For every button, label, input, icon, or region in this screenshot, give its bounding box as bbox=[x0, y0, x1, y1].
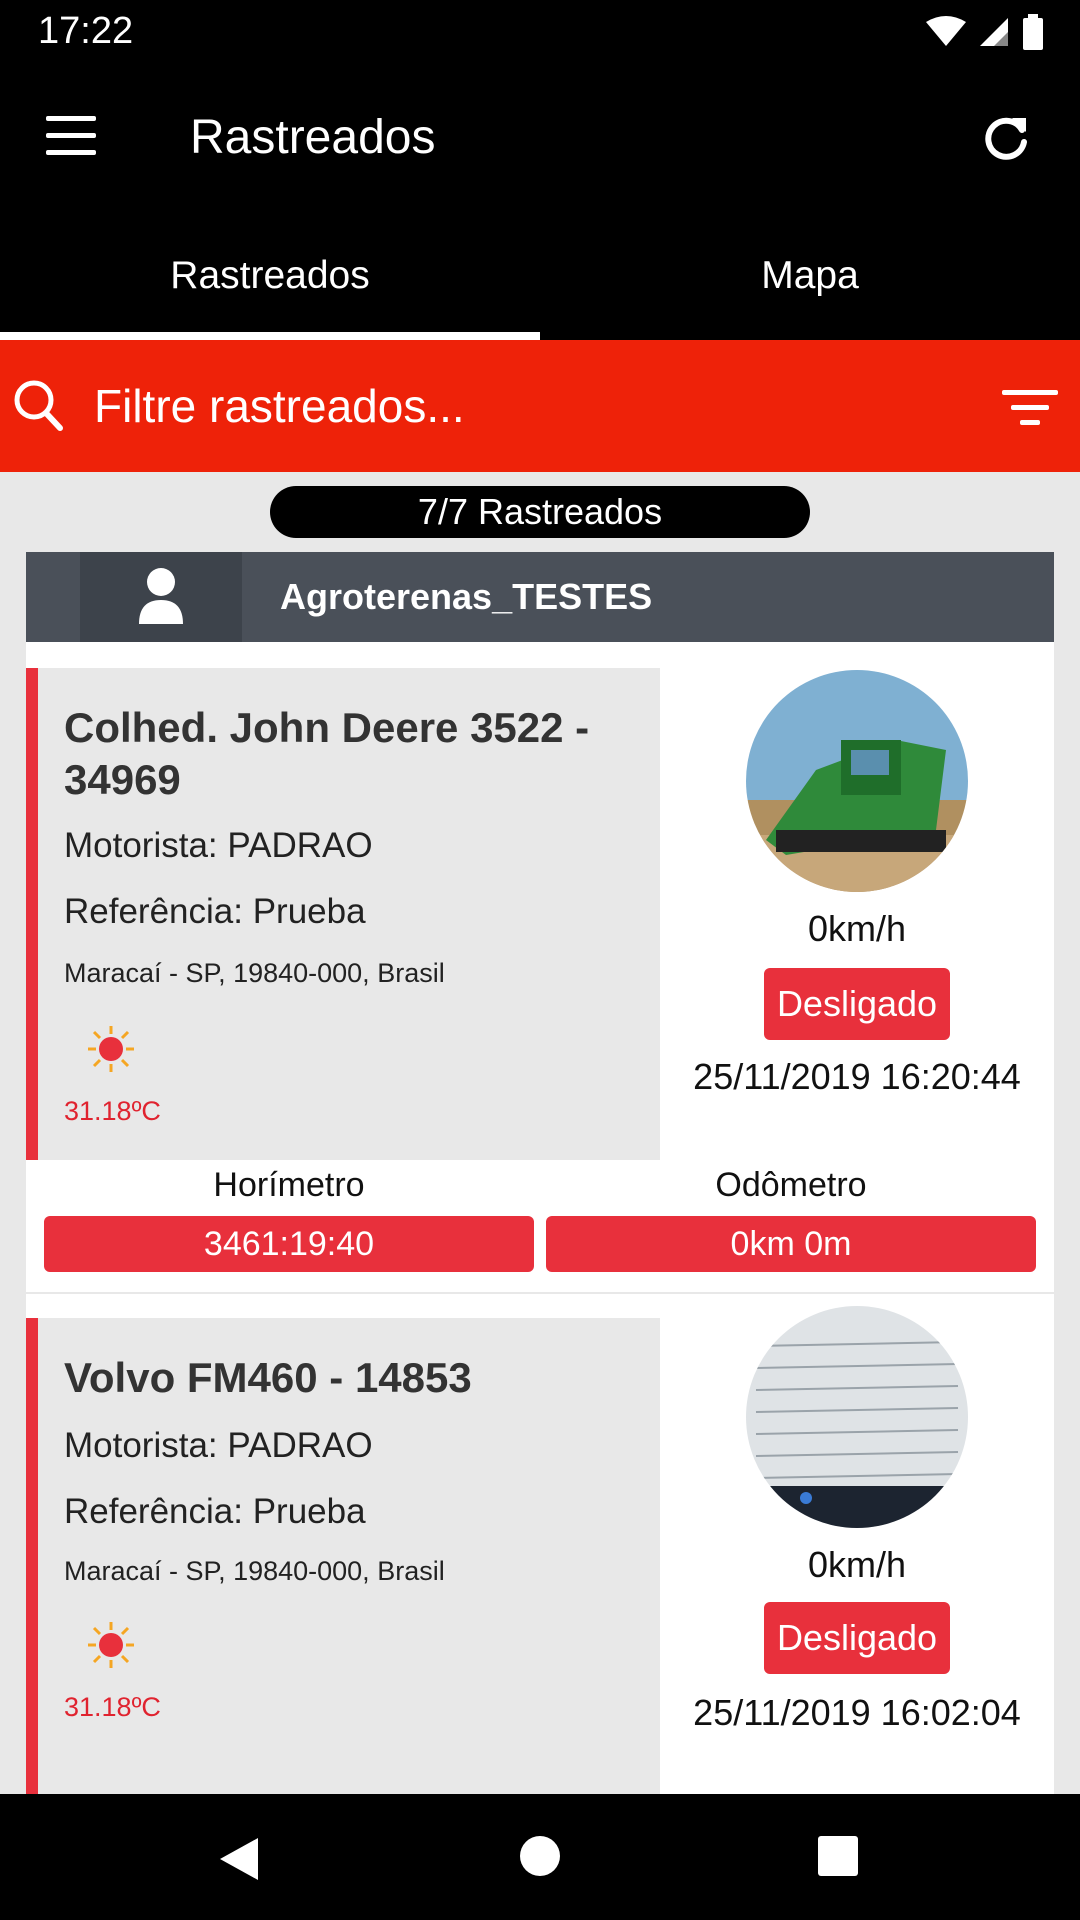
home-icon[interactable] bbox=[520, 1836, 560, 1876]
temperature-label: 31.18ºC bbox=[64, 1692, 161, 1722]
tracked-list[interactable]: 7/7 Rastreados Agroterenas_TESTES Colhed… bbox=[0, 472, 1080, 1794]
user-icon bbox=[139, 568, 183, 624]
menu-icon[interactable] bbox=[46, 116, 98, 156]
vehicle-card[interactable]: Volvo FM460 - 14853 Motorista: PADRAO Re… bbox=[26, 1294, 1054, 1794]
odometro-label: Odômetro bbox=[715, 1166, 867, 1204]
battery-icon bbox=[1023, 14, 1043, 50]
vehicle-name: Colhed. John Deere 3522 - 34969 bbox=[64, 704, 590, 803]
horimetro-label: Horímetro bbox=[213, 1166, 365, 1204]
status-badge: Desligado bbox=[764, 968, 950, 1040]
sun-icon bbox=[88, 1026, 134, 1072]
tab-mapa[interactable]: Mapa bbox=[540, 216, 1080, 340]
speed-label: 0km/h bbox=[807, 1544, 907, 1585]
sun-icon bbox=[88, 1622, 134, 1668]
tab-rastreados[interactable]: Rastreados bbox=[0, 216, 540, 340]
address-label: Maracaí - SP, 19840-000, Brasil bbox=[64, 958, 445, 988]
filter-icon[interactable] bbox=[1002, 390, 1058, 430]
driver-label: Motorista: PADRAO bbox=[64, 1426, 373, 1465]
app-bar: Rastreados bbox=[0, 64, 1080, 216]
vehicle-card[interactable]: Colhed. John Deere 3522 - 34969 Motorist… bbox=[26, 642, 1054, 1292]
odometro-value: 0km 0m bbox=[546, 1216, 1036, 1272]
search-input[interactable] bbox=[94, 368, 954, 444]
tab-bar: Rastreados Mapa bbox=[0, 216, 1080, 340]
vehicle-photo bbox=[746, 1306, 968, 1528]
vehicle-info: Volvo FM460 - 14853 Motorista: PADRAO Re… bbox=[26, 1318, 660, 1794]
reference-label: Referência: Prueba bbox=[64, 892, 366, 931]
screen-photo bbox=[746, 1306, 968, 1528]
back-icon[interactable] bbox=[218, 1836, 260, 1882]
search-icon bbox=[14, 380, 63, 431]
status-icons bbox=[926, 14, 1044, 50]
search-bar bbox=[0, 340, 1080, 472]
system-nav-bar bbox=[0, 1794, 1080, 1920]
vehicle-info: Colhed. John Deere 3522 - 34969 Motorist… bbox=[26, 668, 660, 1160]
wifi-icon bbox=[926, 16, 966, 46]
reference-label: Referência: Prueba bbox=[64, 1492, 366, 1531]
driver-label: Motorista: PADRAO bbox=[64, 826, 373, 865]
vehicle-photo bbox=[746, 670, 968, 892]
group-header[interactable]: Agroterenas_TESTES bbox=[26, 552, 1054, 642]
page-title: Rastreados bbox=[190, 111, 436, 164]
recents-icon[interactable] bbox=[818, 1836, 858, 1876]
avatar bbox=[80, 552, 242, 642]
refresh-icon[interactable] bbox=[978, 110, 1034, 166]
speed-label: 0km/h bbox=[807, 908, 907, 949]
vehicle-name: Volvo FM460 - 14853 bbox=[64, 1354, 472, 1401]
group-name: Agroterenas_TESTES bbox=[280, 576, 653, 617]
status-time: 17:22 bbox=[38, 10, 134, 52]
harvester-photo bbox=[746, 670, 968, 892]
address-label: Maracaí - SP, 19840-000, Brasil bbox=[64, 1556, 445, 1586]
status-badge: Desligado bbox=[764, 1602, 950, 1674]
timestamp-label: 25/11/2019 16:02:04 bbox=[693, 1692, 1021, 1733]
timestamp-label: 25/11/2019 16:20:44 bbox=[693, 1056, 1021, 1097]
status-bar: 17:22 bbox=[0, 0, 1080, 64]
horimetro-value: 3461:19:40 bbox=[44, 1216, 534, 1272]
count-badge: 7/7 Rastreados bbox=[270, 486, 810, 538]
temperature-label: 31.18ºC bbox=[64, 1096, 161, 1126]
signal-icon bbox=[980, 18, 1008, 46]
